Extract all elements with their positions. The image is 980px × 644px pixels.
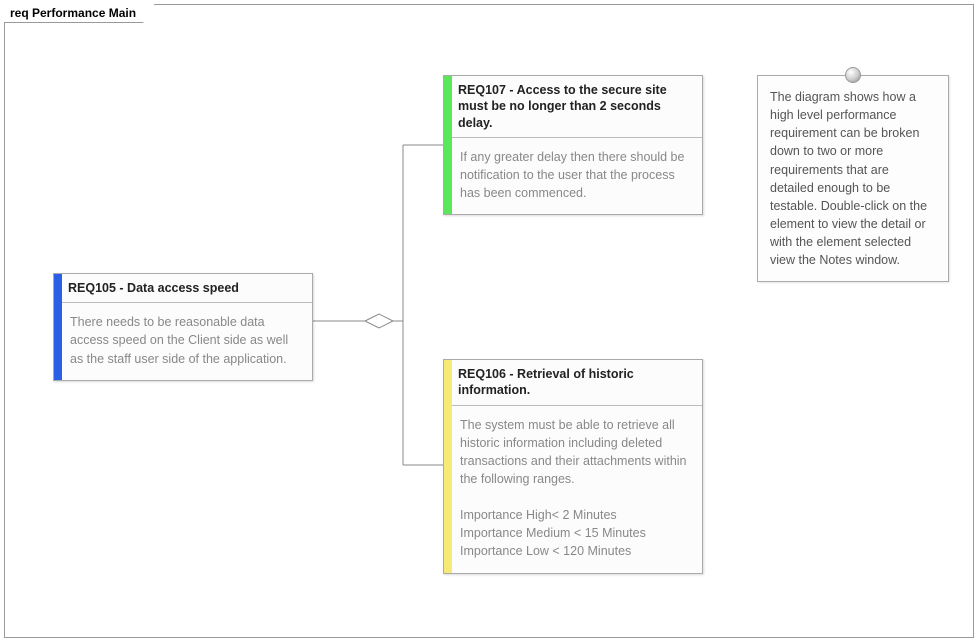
req105-block[interactable]: REQ105 - Data access speed There needs t… [53,273,313,381]
req105-title: REQ105 - Data access speed [54,274,312,303]
req107-color-bar [444,76,452,214]
req106-body: The system must be able to retrieve all … [444,406,702,573]
req105-color-bar [54,274,62,380]
diagram-note[interactable]: The diagram shows how a high level perfo… [757,75,949,282]
req106-block[interactable]: REQ106 - Retrieval of historic informati… [443,359,703,574]
req107-block[interactable]: REQ107 - Access to the secure site must … [443,75,703,215]
req107-title: REQ107 - Access to the secure site must … [444,76,702,138]
req106-color-bar [444,360,452,573]
diagram-frame: req Performance Main REQ105 - Data acces… [4,4,974,638]
req105-body: There needs to be reasonable data access… [54,303,312,379]
req107-body: If any greater delay then there should b… [444,138,702,214]
req106-title: REQ106 - Retrieval of historic informati… [444,360,702,406]
frame-label: req Performance Main [4,4,155,23]
note-pin-icon [845,67,861,83]
note-text: The diagram shows how a high level perfo… [770,88,936,269]
